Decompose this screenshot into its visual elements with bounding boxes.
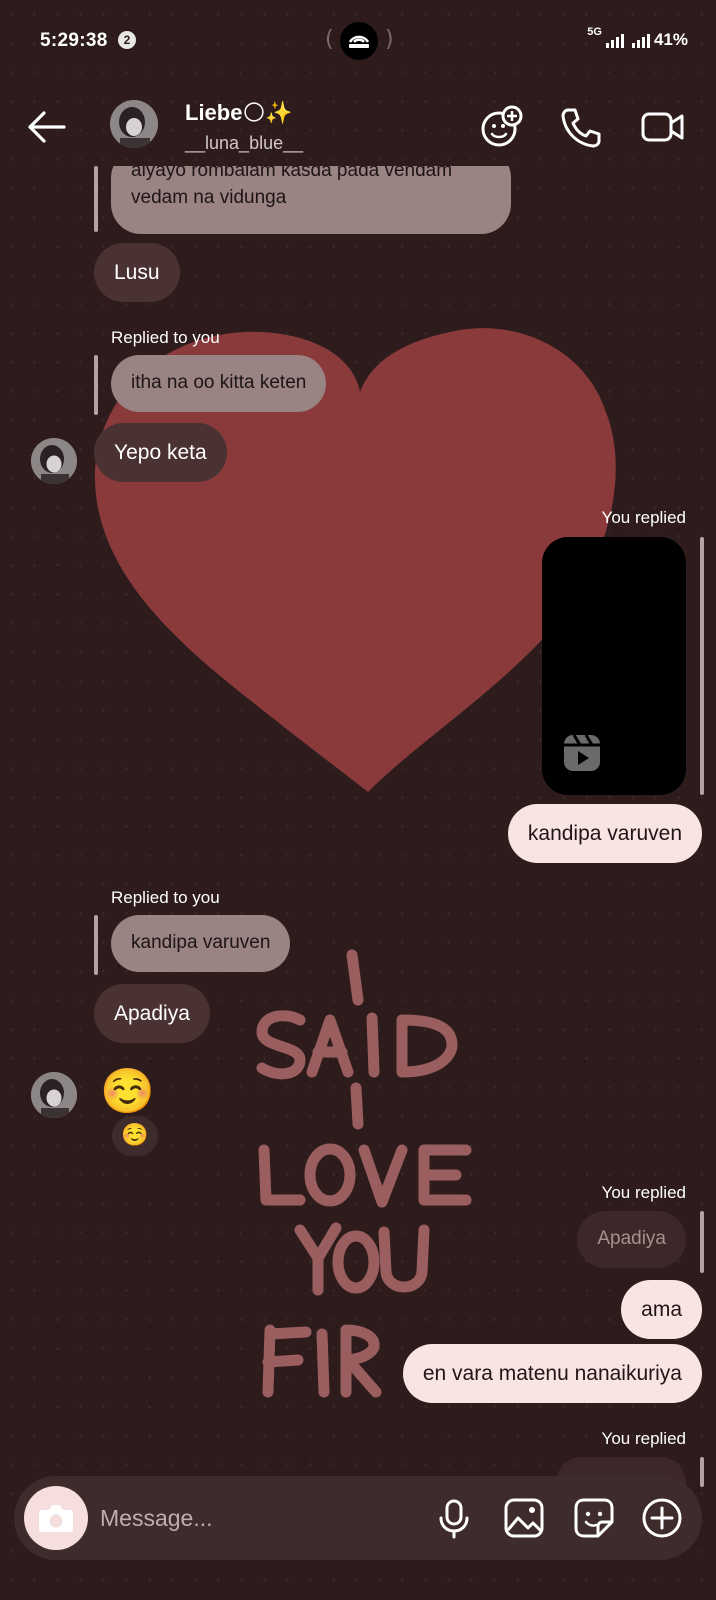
back-arrow-icon[interactable] <box>24 104 70 150</box>
chat-header: Liebe🌕✨ __luna_blue__ <box>0 90 716 166</box>
video-call-icon[interactable] <box>640 104 686 150</box>
reply-label: Replied to you <box>111 888 220 907</box>
bracket-left-glyph: ( <box>325 27 334 52</box>
message-outgoing[interactable]: ama <box>621 1280 702 1340</box>
bracket-right-glyph: ) <box>385 27 394 52</box>
camera-button[interactable] <box>24 1486 88 1550</box>
message-input[interactable] <box>100 1498 420 1538</box>
sticker-icon[interactable] <box>572 1496 616 1540</box>
contact-username[interactable]: __luna_blue__ <box>185 133 303 154</box>
camera-icon <box>39 1505 73 1532</box>
reply-label: You replied <box>601 1183 686 1202</box>
avatar[interactable] <box>110 100 158 148</box>
quoted-message[interactable]: kandipa varuven <box>111 915 291 972</box>
add-people-icon[interactable] <box>478 104 524 150</box>
phone-call-icon[interactable] <box>558 104 604 150</box>
message-composer <box>14 1476 702 1560</box>
message-incoming[interactable]: Apadiya <box>94 984 210 1044</box>
wallpaper-lettering <box>256 949 472 1398</box>
reply-label: Replied to you <box>111 328 220 347</box>
quoted-message[interactable]: Apadiya <box>577 1211 686 1268</box>
message-outgoing[interactable]: en vara matenu nanaikuriya <box>402 1344 702 1404</box>
partial-quote-wrap: aiyayo rombalam kasda pada vendam vedam … <box>0 166 716 246</box>
status-right: 5G 41% <box>587 26 688 50</box>
quote-bar <box>700 537 704 795</box>
avatar[interactable] <box>31 1072 77 1118</box>
reels-icon <box>564 734 600 771</box>
reply-label: You replied <box>601 508 686 527</box>
add-icon[interactable] <box>640 1496 684 1540</box>
message-incoming[interactable]: Yepo keta <box>94 423 227 483</box>
hotspot-icon <box>340 22 378 60</box>
camera-cutout: ( ) <box>325 22 395 60</box>
gallery-icon[interactable] <box>502 1496 546 1540</box>
reply-label: You replied <box>601 1429 686 1448</box>
quote-bar <box>94 166 98 232</box>
quoted-message[interactable]: itha na oo kitta keten <box>111 355 327 412</box>
quoted-message[interactable]: aiyayo rombalam kasda pada vendam vedam … <box>111 166 511 234</box>
emoji-message[interactable]: ☺️ <box>100 1066 155 1118</box>
network-label: 5G <box>587 26 602 38</box>
battery-level: 41% <box>653 30 688 49</box>
avatar[interactable] <box>31 438 77 484</box>
quote-bar <box>700 1457 704 1487</box>
contact-name[interactable]: Liebe🌕✨ <box>185 100 293 126</box>
status-time: 5:29:38 <box>40 30 108 51</box>
signal-icon <box>605 32 624 48</box>
quote-bar <box>700 1211 704 1273</box>
microphone-icon[interactable] <box>432 1496 476 1540</box>
signal-icon-2 <box>631 32 650 48</box>
message-outgoing[interactable]: kandipa varuven <box>507 804 702 864</box>
message-incoming[interactable]: Lusu <box>94 243 180 303</box>
reel-preview[interactable] <box>542 537 686 795</box>
reaction-badge[interactable]: ☺️ <box>112 1116 158 1156</box>
notification-count-badge: 2 <box>118 31 136 49</box>
quote-bar <box>94 915 98 975</box>
quote-bar <box>94 355 98 415</box>
status-bar: 5:29:38 2 ( ) 5G 41% <box>0 0 716 82</box>
